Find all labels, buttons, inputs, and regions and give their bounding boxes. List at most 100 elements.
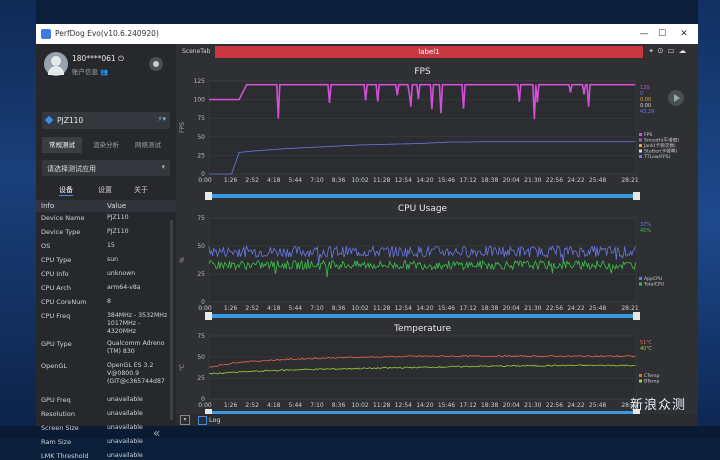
x-tick-label: 12:54 [395,402,412,409]
record-button[interactable] [149,57,163,71]
log-checkbox[interactable] [198,416,207,425]
x-tick-label: 25:48 [589,177,606,184]
info-key: GPU Type [41,340,72,348]
legend-swatch [639,133,642,136]
info-value: sun [107,256,119,263]
y-axis-label: FPS [179,122,186,133]
x-tick-label: 28:21 [621,305,638,312]
legend-entry: TTLow(FPS) [643,154,671,160]
current-value-label: 45% [640,228,651,234]
x-tick-label: 17:12 [459,305,476,312]
x-tick-label: 2:52 [245,177,259,184]
subtab-settings[interactable]: 设置 [98,185,112,195]
x-tick-label: 18:38 [481,177,498,184]
close-icon[interactable]: ✕ [676,27,692,41]
legend-entry: AppCPU [644,276,662,282]
x-tick-label: 18:38 [481,305,498,312]
info-key: Ram Size [41,438,72,446]
slider-handle-right [633,192,640,200]
x-tick-label: 1:26 [224,402,238,409]
y-tick-label: 50 [197,354,205,361]
x-tick-label: 8:36 [332,402,346,409]
legend-entry: FPS [644,132,652,138]
avatar[interactable] [44,52,68,76]
account-info[interactable]: 账户信息 👥 [72,66,108,76]
x-tick-label: 5:44 [289,305,303,312]
play-button[interactable] [668,90,684,106]
x-tick-label: 24:22 [567,402,584,409]
x-tick-label: 2:52 [245,402,259,409]
info-key: CPU Freq [41,312,71,320]
info-key: GPU Freq [41,396,71,404]
legend-swatch [639,149,642,153]
x-tick-label: 21:30 [524,305,541,312]
y-tick-label: 100 [194,97,206,104]
current-value-label: 43.29 [640,109,654,115]
x-tick-label: 7:10 [310,402,324,409]
x-tick-label: 24:22 [567,177,584,184]
device-dropdown-icon[interactable]: ⚡▾ [158,115,166,123]
x-tick-label: 7:10 [310,305,324,312]
sidebar: 180****061 ⏻ 账户信息 👥 PJZ110 ⚡▾ 常规测试 渲染分析 … [36,44,176,460]
x-tick-label: 1:26 [224,305,238,312]
sidebar-tabs: 常规测试 渲染分析 网络测试 [42,137,170,153]
slider-handle-left [205,192,212,200]
x-tick-label: 14:20 [416,177,433,184]
people-icon: 👥 [100,68,109,76]
y-tick-label: 75 [197,115,205,122]
info-key: Resolution [41,410,75,418]
x-tick-label: 22:56 [546,305,563,312]
x-tick-label: 8:36 [332,305,346,312]
x-tick-label: 8:36 [332,177,346,184]
x-tick-label: 0:00 [198,402,212,409]
tab-normal-test[interactable]: 常规测试 [42,137,82,153]
info-scrollbar[interactable] [170,220,173,420]
window-title: PerfDog Evo(v10.6.240920) [55,29,159,38]
legend-swatch [639,374,642,377]
y-tick-label: 50 [197,243,205,250]
download-icon[interactable]: ▾ [180,415,190,425]
x-tick-label: 22:56 [546,177,563,184]
x-tick-label: 0:00 [198,305,212,312]
info-value: arm64-v8a [107,284,141,291]
bottom-bar: ▾ Log [176,414,698,426]
y-tick-label: 50 [197,134,205,141]
info-value: PJZ110 [107,214,129,221]
legend-swatch [639,138,642,142]
x-tick-label: 4:18 [267,177,281,184]
info-key: CPU Arch [41,284,71,292]
device-selector[interactable]: PJZ110 ⚡▾ [42,112,170,129]
x-tick-label: 7:10 [310,177,324,184]
desktop-background-left [0,0,36,438]
slider-handle-right [633,312,640,320]
x-tick-label: 20:04 [503,177,520,184]
slider-handle-left [205,312,212,320]
subtab-device[interactable]: 设备 [59,185,73,196]
minimize-icon[interactable]: — [636,27,652,41]
info-value: OpenGL ES 3.2 V@0800.9 (GIT@c365744d87 [107,362,165,385]
x-tick-label: 21:30 [524,402,541,409]
x-tick-label: 2:52 [245,305,259,312]
info-key: OS [41,242,51,250]
maximize-icon[interactable]: ☐ [654,27,670,41]
subtab-about[interactable]: 关于 [134,185,148,195]
info-subtabs: 设备 设置 关于 [42,185,170,197]
charts-area: FPSFPS12510075502500:00 1:26 2:52 4:18 5:44 7… [179,67,679,414]
info-key: CPU Info [41,270,69,278]
power-icon[interactable]: ⏻ [118,54,124,63]
info-key: CPU Type [41,256,72,264]
app-icon [41,29,51,39]
x-tick-label: 20:04 [503,305,520,312]
legend-entry: Smooth(平滑度) [644,137,679,144]
chart-plot-area [208,80,637,175]
x-tick-label: 4:18 [267,305,281,312]
x-tick-label: 17:12 [459,177,476,184]
tab-render-analysis[interactable]: 渲染分析 [86,137,126,153]
x-tick-label: 15:46 [438,305,455,312]
info-value: unavailable [107,438,143,445]
app-select[interactable]: 请选择测试应用 ▾ [42,160,170,176]
y-axis-label: % [179,257,186,263]
legend-swatch [639,277,642,280]
tab-network-test[interactable]: 网络测试 [128,137,168,153]
x-tick-label: 12:54 [395,177,412,184]
